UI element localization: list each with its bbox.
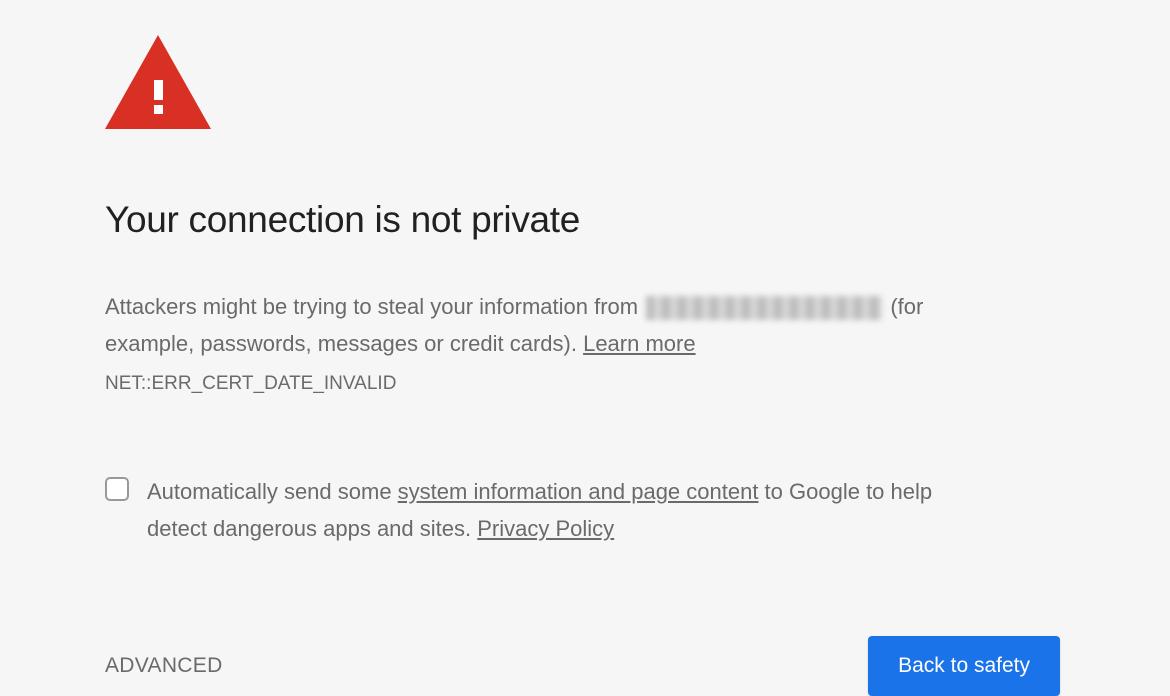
warning-message: Attackers might be trying to steal your … [105,288,960,363]
back-to-safety-button[interactable]: Back to safety [868,636,1060,696]
page-title: Your connection is not private [105,199,960,241]
warning-triangle-icon [105,35,211,129]
report-checkbox[interactable] [105,477,129,501]
report-checkbox-row: Automatically send some system informati… [105,473,960,548]
report-checkbox-label: Automatically send some system informati… [147,473,960,548]
button-row: ADVANCED Back to safety [105,636,1060,696]
privacy-policy-link[interactable]: Privacy Policy [477,516,614,541]
system-info-link[interactable]: system information and page content [398,479,759,504]
redacted-hostname [646,296,882,320]
ssl-error-page: Your connection is not private Attackers… [0,0,1065,696]
report-text-before: Automatically send some [147,479,398,504]
learn-more-link[interactable]: Learn more [583,331,696,356]
advanced-button[interactable]: ADVANCED [105,654,223,678]
warning-prefix: Attackers might be trying to steal your … [105,294,644,319]
error-code: NET::ERR_CERT_DATE_INVALID [105,373,960,395]
